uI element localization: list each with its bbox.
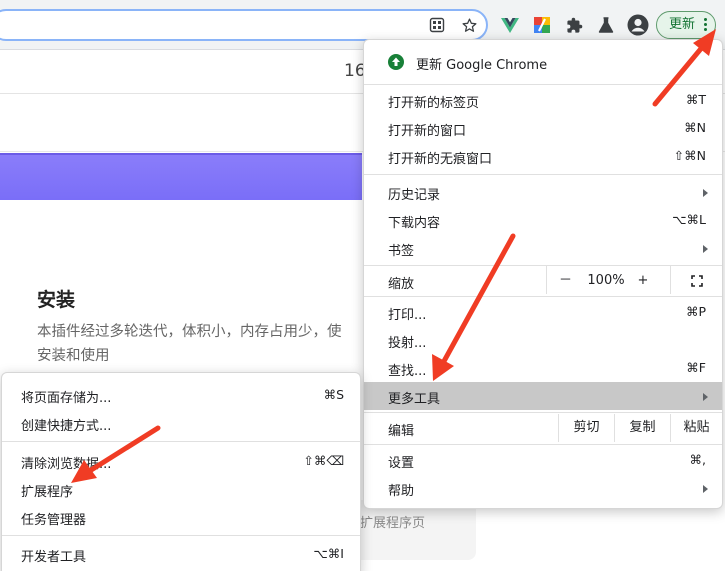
new-window-label: 打开新的窗口 xyxy=(388,124,467,139)
menu-item-bookmarks[interactable]: 书签 xyxy=(364,234,722,262)
kebab-menu-icon[interactable] xyxy=(704,18,708,32)
update-button-label: 更新 xyxy=(669,17,696,32)
menu-item-task-manager[interactable]: 任务管理器 xyxy=(2,503,360,531)
submenu-arrow-icon xyxy=(703,485,708,493)
menu-divider xyxy=(2,535,360,536)
clear-data-label: 清除浏览数据... xyxy=(21,457,112,472)
menu-divider xyxy=(364,84,722,85)
vue-devtools-icon[interactable] xyxy=(497,12,523,38)
new-tab-shortcut: ⌘T xyxy=(685,92,706,107)
menu-item-save-page[interactable]: 将页面存储为... ⌘S xyxy=(2,381,360,409)
menu-item-print[interactable]: 打印... ⌘P xyxy=(364,298,722,326)
settings-shortcut: ⌘, xyxy=(689,452,706,467)
cut-button[interactable]: 剪切 xyxy=(558,414,614,442)
profile-avatar-icon[interactable] xyxy=(625,12,651,38)
menu-item-help[interactable]: 帮助 xyxy=(364,474,722,502)
cast-label: 投射... xyxy=(388,336,427,351)
menu-divider xyxy=(364,174,722,175)
menu-item-more-tools[interactable]: 更多工具 xyxy=(364,382,722,410)
incognito-label: 打开新的无痕窗口 xyxy=(388,152,493,167)
bookmarks-label: 书签 xyxy=(388,244,415,259)
menu-item-new-tab[interactable]: 打开新的标签页 ⌘T xyxy=(364,86,722,114)
puzzle-extensions-icon[interactable] xyxy=(561,12,587,38)
address-bar[interactable] xyxy=(0,9,488,41)
menu-item-clear-browsing-data[interactable]: 清除浏览数据... ⇧⌘⌫ xyxy=(2,447,360,475)
print-label: 打印... xyxy=(388,308,427,323)
save-page-shortcut: ⌘S xyxy=(323,387,344,402)
menu-item-extensions[interactable]: 扩展程序 xyxy=(2,475,360,503)
menu-item-downloads[interactable]: 下载内容 ⌥⌘L xyxy=(364,206,722,234)
zoom-level-value: 100% xyxy=(587,273,625,288)
menu-divider xyxy=(2,441,360,442)
history-label: 历史记录 xyxy=(388,188,441,203)
paste-button[interactable]: 粘贴 xyxy=(670,414,722,442)
menu-item-zoom: 缩放 － 100% + xyxy=(364,266,722,296)
find-label: 查找... xyxy=(388,364,427,379)
new-window-shortcut: ⌘N xyxy=(684,120,706,135)
install-description: 本插件经过多轮迭代，体积小，内存占用少，使 xyxy=(37,324,342,340)
menu-item-edit: 编辑 剪切 复制 粘贴 xyxy=(364,414,722,442)
save-page-label: 将页面存储为... xyxy=(21,391,112,406)
star-icon[interactable] xyxy=(456,12,482,38)
update-chrome-button[interactable]: 更新 xyxy=(656,11,716,39)
more-tools-label: 更多工具 xyxy=(388,392,441,407)
menu-item-history[interactable]: 历史记录 xyxy=(364,178,722,206)
copy-button[interactable]: 复制 xyxy=(614,414,670,442)
zoom-out-button[interactable]: － xyxy=(546,266,584,294)
downloads-shortcut: ⌥⌘L xyxy=(672,212,706,227)
help-label: 帮助 xyxy=(388,484,415,499)
menu-item-new-window[interactable]: 打开新的窗口 ⌘N xyxy=(364,114,722,142)
menu-item-settings[interactable]: 设置 ⌘, xyxy=(364,446,722,474)
update-arrow-icon xyxy=(388,54,404,70)
find-shortcut: ⌘F xyxy=(686,360,706,375)
incognito-shortcut: ⇧⌘N xyxy=(673,148,706,163)
zoom-label: 缩放 xyxy=(388,277,415,292)
task-manager-label: 任务管理器 xyxy=(21,513,87,528)
zoom-in-button[interactable]: + xyxy=(628,266,658,294)
more-tools-submenu: 将页面存储为... ⌘S 创建快捷方式... 清除浏览数据... ⇧⌘⌫ 扩展程… xyxy=(1,372,361,571)
menu-item-find[interactable]: 查找... ⌘F xyxy=(364,354,722,382)
menu-divider xyxy=(364,444,722,445)
dev-tools-label: 开发者工具 xyxy=(21,550,87,565)
install-description-line2: 安装和使用 xyxy=(37,348,110,364)
submenu-arrow-icon xyxy=(703,245,708,253)
menu-item-developer-tools[interactable]: 开发者工具 ⌥⌘I xyxy=(2,540,360,568)
menu-divider xyxy=(364,412,722,413)
clear-data-shortcut: ⇧⌘⌫ xyxy=(303,453,344,468)
edit-label: 编辑 xyxy=(388,424,415,439)
color-picker-icon[interactable] xyxy=(529,12,555,38)
downloads-label: 下载内容 xyxy=(388,216,441,231)
menu-item-update-chrome[interactable]: 更新 Google Chrome xyxy=(364,48,722,76)
menu-item-cast[interactable]: 投射... xyxy=(364,326,722,354)
print-shortcut: ⌘P xyxy=(685,304,706,319)
submenu-arrow-icon xyxy=(703,189,708,197)
fullscreen-icon[interactable] xyxy=(670,266,722,294)
menu-item-create-shortcut[interactable]: 创建快捷方式... xyxy=(2,409,360,437)
install-heading: 安装 xyxy=(37,289,76,311)
extensions-label: 扩展程序 xyxy=(21,485,74,500)
submenu-arrow-icon xyxy=(703,393,708,401)
labs-flask-icon[interactable] xyxy=(593,12,619,38)
extensions-page-link-text: 扩展程序页 xyxy=(360,516,426,531)
chrome-main-menu: 更新 Google Chrome 打开新的标签页 ⌘T 打开新的窗口 ⌘N 打开… xyxy=(363,39,723,509)
dev-tools-shortcut: ⌥⌘I xyxy=(313,546,344,561)
menu-divider xyxy=(364,296,722,297)
hero-banner xyxy=(0,153,362,200)
menu-item-new-incognito[interactable]: 打开新的无痕窗口 ⇧⌘N xyxy=(364,142,722,170)
new-tab-label: 打开新的标签页 xyxy=(388,96,480,111)
create-shortcut-label: 创建快捷方式... xyxy=(21,419,112,434)
settings-label: 设置 xyxy=(388,456,415,471)
update-chrome-label: 更新 Google Chrome xyxy=(416,58,548,73)
apps-grid-icon[interactable] xyxy=(424,12,450,38)
